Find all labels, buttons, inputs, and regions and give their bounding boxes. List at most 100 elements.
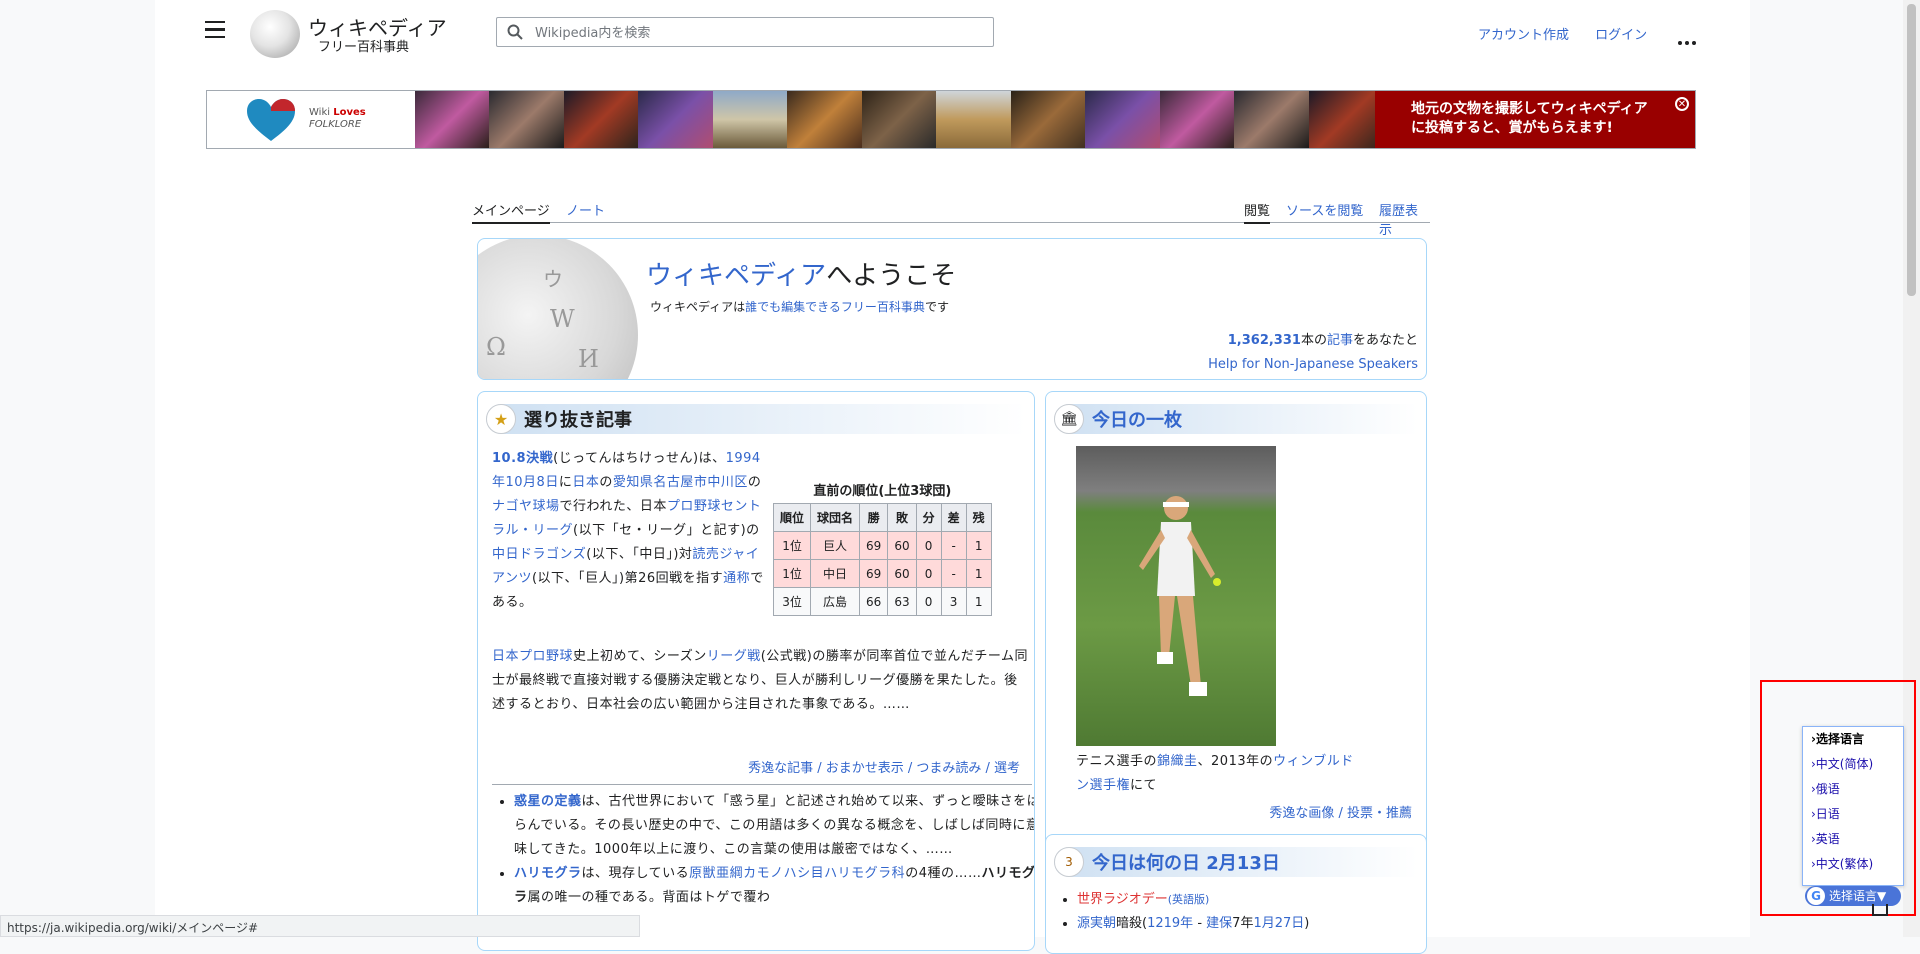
- expand-icon[interactable]: [1872, 904, 1888, 916]
- picture-caption: テニス選手の錦織圭、2013年のウィンブルドン選手権にて: [1076, 750, 1366, 798]
- banner-logo-text-c: FOLKLORE: [309, 119, 362, 130]
- featured-more-links[interactable]: 秀逸な記事 / おまかせ表示 / つまみ読み / 選考: [748, 757, 1020, 776]
- language-option[interactable]: ›中文(繁体): [1803, 852, 1903, 877]
- table-cell: 1: [965, 559, 992, 588]
- welcome-title-link[interactable]: ウィキペディア: [646, 261, 826, 291]
- featured-paragraph-1-text: の: [599, 475, 613, 490]
- on-this-day-link[interactable]: (英語版): [1168, 893, 1210, 906]
- picture-of-day-box: 🏛 今日の一枚 テニス選手の錦織圭、2013年のウィンブルドン選手権にて 秀逸な…: [1045, 391, 1427, 861]
- featured-paragraph-1-link[interactable]: 日本: [572, 475, 599, 490]
- featured-paragraph-2-link[interactable]: 日本プロ野球: [492, 649, 573, 664]
- featured-bullet-link[interactable]: 惑星の定義: [514, 794, 582, 809]
- article-count-number[interactable]: 1,362,331: [1228, 333, 1301, 348]
- article-count-end: をあなたと: [1352, 333, 1418, 348]
- featured-bullet-list: 惑星の定義は、古代世界において「惑う星」と記述され始めて以来、ずっと曖昧さをはら…: [498, 790, 1035, 910]
- table-cell: 中日: [810, 559, 861, 588]
- picture-caption-text: にて: [1130, 778, 1158, 793]
- language-select-popup[interactable]: ›选择语言 ›中文(简体) ›俄语 ›日语 ›英语 ›中文(繁体): [1802, 726, 1904, 886]
- featured-paragraph-1-link[interactable]: 10.8決戦: [492, 451, 553, 466]
- banner-message[interactable]: 地元の文物を撮影してウィキペディア に投稿すると、賞がもらえます! ✕: [1375, 91, 1695, 148]
- featured-paragraph-2-text: 史上初めて、シーズン: [573, 649, 707, 664]
- table-cell: 1: [965, 531, 992, 560]
- tab-read[interactable]: 閲覧: [1244, 200, 1271, 224]
- featured-paragraph-1-link[interactable]: 名古屋市中川区: [653, 475, 748, 490]
- on-this-day-link[interactable]: 1219年: [1147, 916, 1193, 931]
- wikipedia-globe-logo[interactable]: [250, 10, 300, 58]
- language-option[interactable]: ›日语: [1803, 802, 1903, 827]
- tab-main-page[interactable]: メインページ: [472, 200, 550, 224]
- featured-paragraph-1-link[interactable]: プロ野球: [667, 499, 721, 514]
- on-this-day-link[interactable]: 建保: [1206, 916, 1232, 931]
- google-g-icon: G: [1807, 887, 1825, 905]
- scrollbar-thumb[interactable]: [1907, 4, 1916, 296]
- standings-header: 残: [965, 503, 992, 532]
- on-this-day-link[interactable]: 1月27日: [1253, 916, 1304, 931]
- language-option[interactable]: ›中文(简体): [1803, 752, 1903, 777]
- article-count-link[interactable]: 記事: [1327, 333, 1353, 348]
- featured-paragraph-1-text: (以下「セ・リーグ」と記す)の: [573, 523, 760, 538]
- table-cell: 3位: [772, 587, 812, 616]
- logo-subtitle[interactable]: フリー百科事典: [318, 36, 409, 55]
- standings-table: 直前の順位(上位3球団) 順位 球団名勝敗分差残 1位 巨人 69 60 0-1 1位 中日 6…: [772, 480, 992, 616]
- list-item: 源実朝暗殺(1219年 - 建保7年1月27日): [1077, 912, 1309, 936]
- search-input[interactable]: [533, 21, 977, 45]
- table-cell: 66: [859, 587, 889, 616]
- tab-view-source[interactable]: ソースを閲覧: [1286, 200, 1363, 219]
- language-option[interactable]: ›英语: [1803, 827, 1903, 852]
- list-item: 惑星の定義は、古代世界において「惑う星」と記述され始めて以来、ずっと曖昧さをはら…: [514, 790, 1035, 862]
- featured-bullet-link[interactable]: 原獣亜綱: [689, 866, 743, 881]
- picture-more-links[interactable]: 秀逸な画像 / 投票・推薦: [1269, 802, 1412, 821]
- featured-bullet-link[interactable]: ハリモグラ: [514, 866, 582, 881]
- campaign-banner[interactable]: Wiki Loves FOLKLORE 地元の文物を撮影してウィキペディア に投稿…: [206, 90, 1696, 149]
- article-count: 1,362,331本の記事をあなたと Help for Non-Japanese…: [1208, 329, 1418, 377]
- featured-paragraph-1-text: に: [558, 475, 573, 490]
- language-option[interactable]: ›俄语: [1803, 777, 1903, 802]
- welcome-box: ウ W Ω И 維 ウィキペディアへようこそ ウィキペディアは誰でも編集できるフ…: [477, 238, 1427, 380]
- featured-more-link[interactable]: 秀逸な記事 / おまかせ表示 / つまみ読み / 選考: [748, 761, 1020, 776]
- on-this-day-title: 今日は何の日 2月13日: [1092, 853, 1280, 874]
- picture-more-link[interactable]: 秀逸な画像 / 投票・推薦: [1269, 806, 1412, 821]
- standings-header: 球団名: [810, 503, 861, 532]
- picture-caption-link[interactable]: 錦織圭: [1157, 754, 1198, 769]
- tab-talk[interactable]: ノート: [566, 200, 605, 219]
- help-non-japanese-link[interactable]: Help for Non-Japanese Speakers: [1208, 357, 1418, 372]
- tab-history[interactable]: 履歴表示: [1379, 200, 1430, 238]
- picture-caption-text: テニス選手の: [1076, 754, 1158, 769]
- featured-paragraph-1-text: (以下、「巨人」)第26回戦を指す: [531, 571, 724, 586]
- table-cell: -: [940, 531, 967, 560]
- featured-paragraph-2-link[interactable]: リーグ戦: [707, 649, 761, 664]
- close-banner-icon[interactable]: ✕: [1675, 97, 1689, 111]
- language-popup-header: ›选择语言: [1811, 732, 1864, 746]
- table-cell: 巨人: [810, 531, 861, 560]
- featured-paragraph-1-link[interactable]: 中日ドラゴンズ: [492, 547, 586, 562]
- welcome-sub-2: です: [924, 300, 949, 314]
- main-menu-icon[interactable]: [205, 21, 225, 39]
- featured-paragraph-1-link[interactable]: 愛知県: [613, 475, 654, 490]
- welcome-subtitle: ウィキペディアは誰でも編集できるフリー百科事典です: [650, 298, 949, 315]
- featured-bullet-link[interactable]: ハリモグラ科: [824, 866, 905, 881]
- login-link[interactable]: ログイン: [1595, 28, 1647, 43]
- featured-bullet-text: は、古代世界において「惑う星」と記述され始めて以来、ずっと曖昧さをはらんでいる。…: [514, 794, 1035, 857]
- select-language-button[interactable]: G 选择语言▼: [1805, 886, 1901, 906]
- featured-bullet-link[interactable]: カモノハシ目: [743, 866, 824, 881]
- table-cell: 1: [965, 587, 992, 616]
- standings-header: 勝: [859, 503, 889, 532]
- featured-title: 選り抜き記事: [524, 410, 632, 431]
- featured-paragraph-1-link[interactable]: 10月8日: [506, 475, 559, 490]
- welcome-title-rest: へようこそ: [826, 261, 957, 291]
- search-box[interactable]: [496, 17, 994, 47]
- featured-paragraph-1-link[interactable]: ナゴヤ球場: [492, 499, 560, 514]
- featured-paragraph-1-link[interactable]: 通称: [723, 571, 750, 586]
- table-cell: 60: [887, 531, 917, 560]
- create-account-link[interactable]: アカウント作成: [1478, 28, 1569, 43]
- banner-logo-text-b: Loves: [333, 107, 366, 118]
- table-cell: 1位: [772, 559, 812, 588]
- table-cell: 69: [859, 531, 889, 560]
- browser-status-url: https://ja.wikipedia.org/wiki/メインページ#: [0, 915, 640, 937]
- featured-paragraph-1-text: (以下、「中日」)対: [586, 547, 693, 562]
- more-options-icon[interactable]: [1678, 30, 1700, 45]
- on-this-day-link[interactable]: 源実朝: [1077, 916, 1116, 931]
- welcome-sub-link[interactable]: 誰でも編集できるフリー百科事典: [745, 300, 925, 314]
- select-language-label: 选择语言▼: [1829, 889, 1887, 903]
- picture-of-day-image[interactable]: [1076, 446, 1276, 746]
